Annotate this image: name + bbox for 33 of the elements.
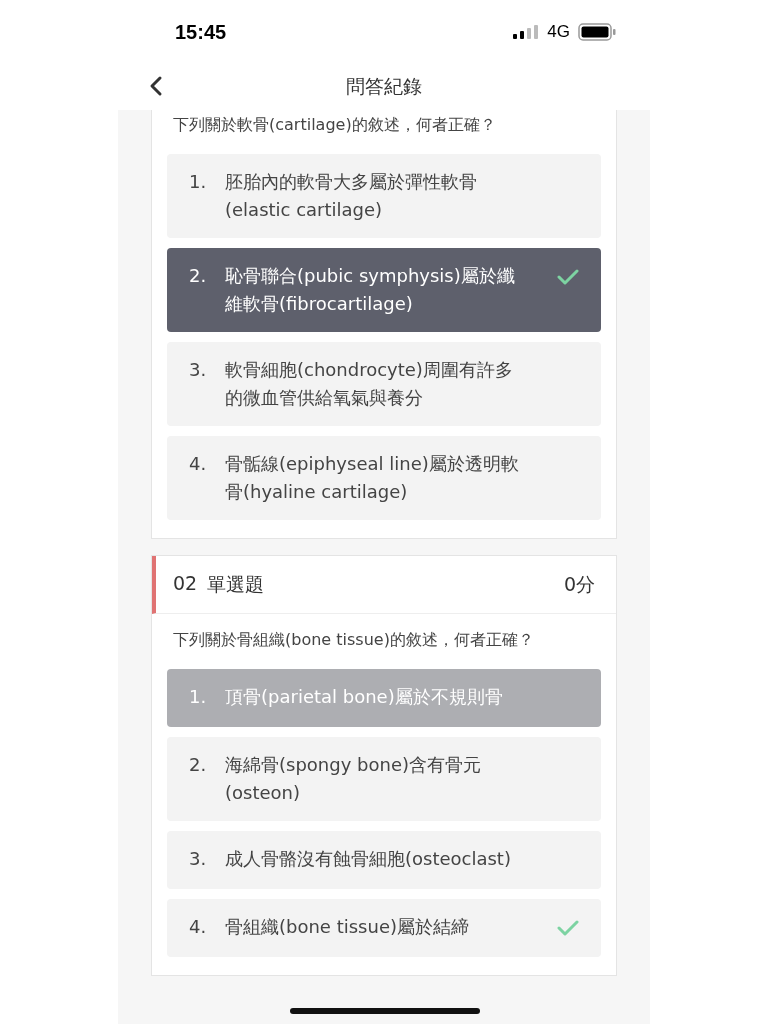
- status-time: 15:45: [175, 20, 227, 44]
- question-type: 單選題: [207, 571, 265, 597]
- option-number: 1.: [189, 685, 208, 709]
- option-number: 3.: [189, 358, 208, 382]
- option-text: 骨組織(bone tissue)屬於結締: [225, 915, 470, 939]
- option-number: 1.: [189, 170, 208, 194]
- option-text: 軟骨細胞(chondrocyte)周圍有許多的微血管供給氧氣與養分: [225, 358, 514, 410]
- option-text: 海綿骨(spongy bone)含有骨元(osteon): [225, 753, 482, 805]
- option-number: 4.: [189, 452, 208, 476]
- signal-icon: [513, 25, 540, 39]
- option-text: 頂骨(parietal bone)屬於不規則骨: [225, 685, 504, 709]
- option-number: 3.: [189, 847, 208, 871]
- network-label: 4G: [547, 22, 570, 42]
- question-score: 0分: [563, 571, 595, 597]
- question-prompt: 下列關於軟骨(cartilage)的敘述，何者正確？: [172, 114, 497, 136]
- option-text: 胚胎內的軟骨大多屬於彈性軟骨(elastic cartilage): [225, 170, 478, 222]
- answer-option[interactable]: 2. 恥骨聯合(pubic symphysis)屬於纖維軟骨(fibrocartilage): [167, 248, 601, 332]
- option-number: 2.: [189, 264, 208, 288]
- option-text: 恥骨聯合(pubic symphysis)屬於纖維軟骨(fibrocartilage): [225, 264, 516, 316]
- option-number: 4.: [189, 915, 208, 939]
- option-number: 2.: [189, 753, 208, 777]
- option-text: 成人骨骼沒有蝕骨細胞(osteoclast): [225, 847, 512, 871]
- page-title: 問答紀錄: [346, 74, 422, 99]
- answer-option[interactable]: 1. 胚胎內的軟骨大多屬於彈性軟骨(elastic cartilage): [167, 154, 601, 238]
- option-text: 骨骺線(epiphyseal line)屬於透明軟骨(hyaline cartilage): [225, 452, 520, 504]
- answer-option[interactable]: 4. 骨組織(bone tissue)屬於結締: [167, 899, 601, 957]
- question-number: 02: [173, 571, 198, 596]
- question-prompt: 下列關於骨組織(bone tissue)的敘述，何者正確？: [172, 629, 535, 651]
- answer-option[interactable]: 2. 海綿骨(spongy bone)含有骨元(osteon): [167, 737, 601, 821]
- battery-icon: [578, 23, 616, 41]
- answer-option[interactable]: 3. 軟骨細胞(chondrocyte)周圍有許多的微血管供給氧氣與養分: [167, 342, 601, 426]
- answer-option[interactable]: 3. 成人骨骼沒有蝕骨細胞(osteoclast): [167, 831, 601, 889]
- answer-option[interactable]: 4. 骨骺線(epiphyseal line)屬於透明軟骨(hyaline cartilage): [167, 436, 601, 520]
